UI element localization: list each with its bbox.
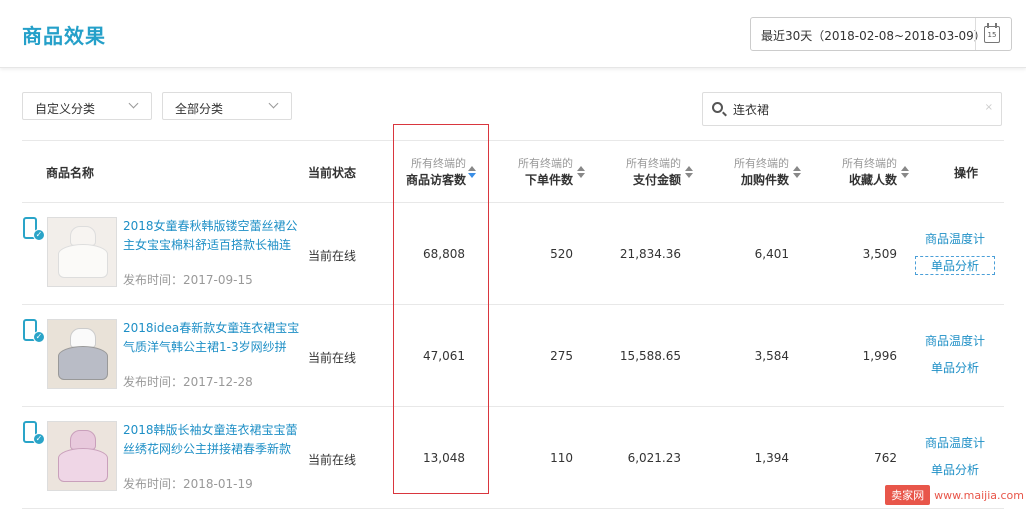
payment-value: 21,834.36: [619, 247, 681, 261]
product-title-link[interactable]: 2018女童春秋韩版镂空蕾丝裙公主女宝宝棉料舒适百搭款长袖连: [123, 217, 301, 257]
date-range-label: 最近30天（2018-02-08~2018-03-09）: [761, 29, 986, 43]
check-icon: ✓: [33, 331, 45, 343]
item-analysis-link[interactable]: 单品分析: [914, 256, 996, 275]
col-orders-sub: 所有终端的: [518, 157, 573, 170]
custom-category-label: 自定义分类: [35, 102, 96, 116]
col-carts[interactable]: 所有终端的 加购件数: [727, 156, 789, 189]
carts-value: 6,401: [754, 247, 789, 261]
col-carts-sub: 所有终端的: [734, 157, 789, 170]
date-range-picker[interactable]: 最近30天（2018-02-08~2018-03-09） 15: [750, 17, 1012, 51]
col-payment-sub: 所有终端的: [626, 157, 681, 170]
divider: [975, 18, 976, 50]
check-icon: ✓: [33, 433, 45, 445]
clear-icon[interactable]: ×: [985, 102, 993, 113]
publish-date: 发布时间：2018-01-19: [123, 477, 253, 491]
orders-value: 275: [550, 349, 573, 363]
payment-value: 15,588.65: [619, 349, 681, 363]
status-text: 当前在线: [308, 351, 357, 365]
status-text: 当前在线: [308, 453, 357, 467]
col-favorites[interactable]: 所有终端的 收藏人数: [835, 156, 897, 189]
col-favorites-main: 收藏人数: [848, 173, 897, 187]
temperature-gauge-link[interactable]: 商品温度计: [925, 332, 985, 349]
orders-value: 520: [550, 247, 573, 261]
mobile-device-icon: ✓: [23, 421, 45, 445]
page-header: 商品效果 最近30天（2018-02-08~2018-03-09） 15: [0, 0, 1026, 68]
temperature-gauge-link[interactable]: 商品温度计: [925, 434, 985, 451]
col-payment-main: 支付金额: [632, 173, 681, 187]
table-row: ✓ 2018idea春新款女童连衣裙宝宝气质洋气韩公主裙1-3岁网纱拼 发布时间…: [22, 305, 1004, 407]
check-icon: ✓: [33, 229, 45, 241]
favorites-value: 1,996: [862, 349, 897, 363]
mobile-device-icon: ✓: [23, 217, 45, 241]
chevron-down-icon: [268, 98, 279, 109]
sort-payment-icon[interactable]: [685, 166, 693, 178]
col-carts-main: 加购件数: [740, 173, 789, 187]
search-input[interactable]: [733, 99, 973, 119]
calendar-icon[interactable]: 15: [984, 23, 1000, 43]
table-row: ✓ 2018韩版长袖女童连衣裙宝宝蕾丝绣花网纱公主拼接裙春季新款 发布时间：20…: [22, 407, 1004, 509]
search-icon: [712, 102, 723, 113]
item-analysis-link[interactable]: 单品分析: [931, 461, 979, 478]
table-row: ✓ 2018女童春秋韩版镂空蕾丝裙公主女宝宝棉料舒适百搭款长袖连 发布时间：20…: [22, 203, 1004, 305]
sort-favorites-icon[interactable]: [901, 166, 909, 178]
orders-value: 110: [550, 451, 573, 465]
product-thumbnail[interactable]: [47, 421, 117, 491]
product-title-link[interactable]: 2018idea春新款女童连衣裙宝宝气质洋气韩公主裙1-3岁网纱拼: [123, 319, 301, 359]
product-thumbnail[interactable]: [47, 319, 117, 389]
col-orders-main: 下单件数: [524, 173, 573, 187]
payment-value: 6,021.23: [627, 451, 681, 465]
page-title: 商品效果: [22, 24, 106, 48]
col-orders[interactable]: 所有终端的 下单件数: [511, 156, 573, 189]
col-status: 当前状态: [308, 166, 357, 180]
watermark-logo: 卖家网: [885, 485, 931, 505]
col-payment[interactable]: 所有终端的 支付金额: [619, 156, 681, 189]
table-header: 商品名称 当前状态 所有终端的 商品访客数 所有终端的 下单件数 所有终端的 支…: [22, 140, 1004, 203]
all-category-dropdown[interactable]: 全部分类: [162, 92, 292, 120]
favorites-value: 762: [874, 451, 897, 465]
product-thumbnail[interactable]: [47, 217, 117, 287]
sort-carts-icon[interactable]: [793, 166, 801, 178]
favorites-value: 3,509: [862, 247, 897, 261]
calendar-day: 15: [987, 31, 997, 39]
search-box[interactable]: ×: [702, 92, 1002, 126]
watermark: 卖家网 www.maijia.com: [885, 485, 1024, 505]
mobile-device-icon: ✓: [23, 319, 45, 343]
publish-date: 发布时间：2017-09-15: [123, 273, 253, 287]
col-operations: 操作: [954, 166, 979, 180]
col-product-name: 商品名称: [46, 166, 95, 180]
item-analysis-link[interactable]: 单品分析: [931, 359, 979, 376]
highlight-box: [393, 124, 489, 494]
custom-category-dropdown[interactable]: 自定义分类: [22, 92, 152, 120]
carts-value: 1,394: [754, 451, 789, 465]
sort-orders-icon[interactable]: [577, 166, 585, 178]
temperature-gauge-link[interactable]: 商品温度计: [925, 230, 985, 247]
watermark-url: www.maijia.com: [934, 488, 1024, 502]
all-category-label: 全部分类: [175, 102, 224, 116]
chevron-down-icon: [128, 98, 139, 109]
publish-date: 发布时间：2017-12-28: [123, 375, 253, 389]
col-favorites-sub: 所有终端的: [842, 157, 897, 170]
status-text: 当前在线: [308, 249, 357, 263]
carts-value: 3,584: [754, 349, 789, 363]
product-title-link[interactable]: 2018韩版长袖女童连衣裙宝宝蕾丝绣花网纱公主拼接裙春季新款: [123, 421, 301, 461]
